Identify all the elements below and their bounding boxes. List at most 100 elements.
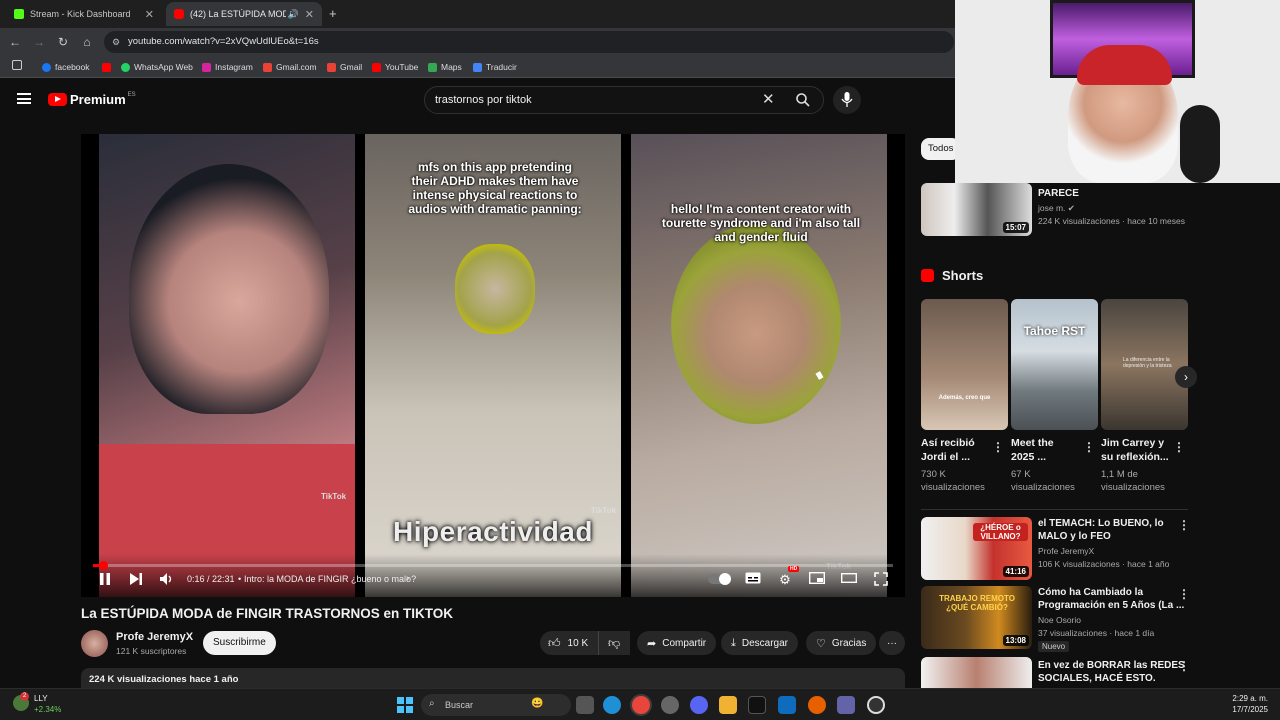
video-title[interactable]: Cómo ha Cambiado la Programación en 5 Año… [1038, 586, 1184, 612]
search-button[interactable] [785, 86, 823, 114]
progress-scrubber[interactable] [98, 561, 108, 570]
obs-icon[interactable] [867, 696, 885, 714]
fullscreen-button[interactable] [873, 572, 889, 588]
bookmark-facebook[interactable]: facebook [42, 60, 90, 74]
edge-icon[interactable] [603, 696, 621, 714]
clock-date[interactable]: 17/7/2025 [1218, 705, 1268, 714]
address-bar[interactable]: ⚙ youtube.com/watch?v=2xVQwUdlUEo&t=16s [104, 31, 954, 53]
bookmark-maps[interactable]: Maps [428, 60, 462, 74]
chevron-right-icon[interactable]: › [406, 573, 409, 584]
microphone-icon [841, 92, 853, 107]
volume-icon [160, 573, 172, 585]
short-title[interactable]: Meet the 2025 ... [1011, 436, 1054, 464]
video-thumbnail[interactable] [921, 657, 1032, 688]
short-thumbnail[interactable]: Tahoe RST [1011, 299, 1098, 430]
file-explorer-icon[interactable] [719, 696, 737, 714]
bookmark-youtube-dot[interactable] [102, 60, 115, 74]
youtube-logo-icon [48, 93, 67, 106]
taskbar-search[interactable]: ⌕ Buscar 😀 [421, 694, 571, 716]
bookmark-gmail[interactable]: Gmail [327, 60, 362, 74]
new-tab-icon[interactable]: + [329, 6, 337, 21]
more-vertical-icon[interactable]: ⋮ [992, 440, 1004, 454]
clock-time[interactable]: 2:29 a. m. [1218, 694, 1268, 703]
dislike-button[interactable]: 👎︎ [598, 631, 630, 655]
short-title[interactable]: Así recibió Jordi el ... [921, 436, 975, 464]
tab-kick-dashboard[interactable]: Stream - Kick Dashboard ✕ [6, 2, 162, 26]
shorts-next-button[interactable]: › [1175, 366, 1197, 388]
facebook-icon [42, 62, 51, 72]
short-views: 730 Kvisualizaciones [921, 469, 985, 493]
thanks-button[interactable]: ♡ Gracias [806, 631, 877, 655]
volume-button[interactable] [159, 572, 175, 588]
channel-name[interactable]: Noe Osorio [1038, 614, 1081, 626]
more-vertical-icon[interactable]: ⋮ [1178, 659, 1190, 673]
subscribe-button[interactable]: Suscribirme [203, 631, 276, 655]
theater-mode-button[interactable] [840, 572, 858, 588]
bookmark-whatsapp[interactable]: WhatsApp Web [121, 60, 193, 74]
subscriber-count: 121 K suscriptores [116, 646, 187, 656]
video-thumbnail[interactable]: ¿HÉROE o VILLANO? 41:16 [921, 517, 1032, 580]
youtube-premium-logo[interactable]: Premium ES [48, 92, 136, 107]
site-info-icon[interactable]: ⚙ [112, 31, 120, 53]
more-vertical-icon[interactable]: ⋮ [1178, 518, 1190, 532]
chapter-title[interactable]: Intro: la MODA de FINGIR ¿bueno o malo? [244, 574, 416, 584]
firefox-icon[interactable] [808, 696, 826, 714]
instagram-icon [202, 62, 211, 72]
back-icon[interactable]: ← [7, 34, 23, 50]
menu-icon[interactable] [17, 93, 31, 104]
video-thumbnail[interactable]: TRABAJO REMOTO ¿QUÉ CAMBIÓ? 13:08 [921, 586, 1032, 649]
channel-name[interactable]: Profe JeremyX [1038, 545, 1094, 557]
discord-icon[interactable] [690, 696, 708, 714]
share-button[interactable]: ➦ Compartir [637, 631, 717, 655]
more-vertical-icon[interactable]: ⋮ [1173, 440, 1185, 454]
home-icon[interactable]: ⌂ [79, 34, 95, 50]
like-count: 10 K [567, 637, 589, 649]
tab-youtube-video[interactable]: (42) La ESTÚPIDA MODA de FINGIR TRASTORN… [166, 2, 322, 26]
bookmark-traducir[interactable]: Traducir [473, 60, 517, 74]
channel-name[interactable]: jose m. ✔ [1038, 202, 1075, 214]
download-button[interactable]: ⤓ Descargar [721, 631, 799, 655]
task-view-icon[interactable] [576, 696, 594, 714]
thumbnail-text: TRABAJO REMOTO ¿QUÉ CAMBIÓ? [939, 594, 1015, 612]
search-value: trastornos por tiktok [435, 94, 532, 106]
gear-icon: ⚙ [779, 572, 791, 587]
apps-grid-icon[interactable] [12, 60, 22, 70]
video-title[interactable]: En vez de BORRAR las REDES SOCIALES, HACÉ… [1038, 659, 1185, 685]
speaker-icon[interactable]: 🔊 [288, 9, 299, 20]
short-thumbnail[interactable]: La diferencia entre la depresión y la tr… [1101, 299, 1188, 430]
forward-icon[interactable]: → [31, 34, 47, 50]
next-button[interactable] [128, 572, 144, 588]
reload-icon[interactable]: ↻ [55, 34, 71, 50]
more-vertical-icon[interactable]: ⋮ [1178, 587, 1190, 601]
video-title[interactable]: PARECE [1038, 187, 1079, 200]
autoplay-toggle[interactable] [708, 573, 731, 585]
settings-button[interactable]: ⚙ [777, 572, 793, 588]
miniplayer-button[interactable] [808, 571, 826, 588]
bookmark-instagram[interactable]: Instagram [202, 60, 253, 74]
windows-start-icon[interactable] [397, 697, 413, 713]
clear-search-icon[interactable]: ✕ [762, 90, 775, 108]
bookmark-gmail-com[interactable]: Gmail.com [263, 60, 317, 74]
more-vertical-icon[interactable]: ⋮ [1083, 440, 1095, 454]
short-thumbnail[interactable]: Además, creo que [921, 299, 1008, 430]
channel-avatar[interactable] [81, 630, 108, 657]
pause-button[interactable] [97, 572, 113, 588]
bookmark-youtube[interactable]: YouTube [372, 60, 418, 74]
short-title[interactable]: Jim Carrey y su reflexión... [1101, 436, 1169, 464]
tiktok-icon[interactable] [748, 696, 766, 714]
video-meta: 224 K visualizaciones · hace 10 meses [1038, 216, 1185, 226]
teams-icon[interactable] [837, 696, 855, 714]
close-icon[interactable]: ✕ [145, 8, 154, 21]
chrome-icon[interactable] [632, 696, 650, 714]
more-actions-button[interactable]: ··· [879, 631, 905, 655]
subtitles-button[interactable] [745, 572, 761, 588]
video-title[interactable]: el TEMACH: Lo BUENO, lo MALO y lo FEO [1038, 517, 1164, 543]
video-thumbnail[interactable]: 15:07 [921, 183, 1032, 236]
outlook-icon[interactable] [778, 696, 796, 714]
voice-search-button[interactable] [833, 86, 861, 114]
channel-name[interactable]: Profe JeremyX [116, 631, 193, 643]
close-icon[interactable]: ✕ [305, 8, 314, 21]
progress-bar[interactable] [93, 564, 893, 567]
app-icon[interactable] [661, 696, 679, 714]
video-player[interactable]: mfs on this app pretending their ADHD ma… [81, 134, 905, 597]
